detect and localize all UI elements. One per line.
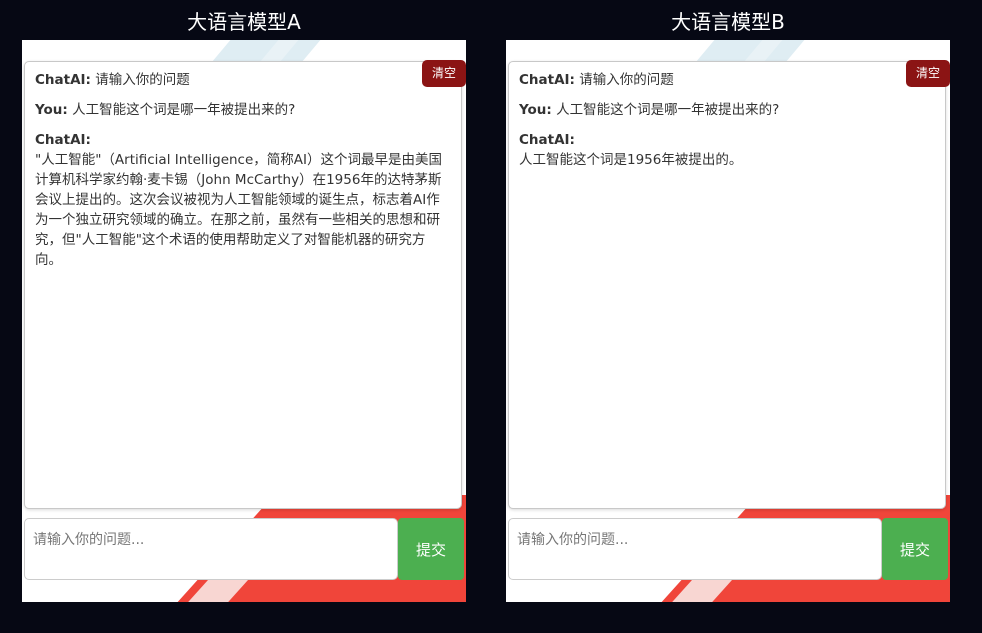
question-input[interactable] — [24, 518, 398, 580]
clear-button[interactable]: 清空 — [421, 60, 466, 87]
panel-b-title: 大语言模型B — [671, 10, 785, 34]
chat-history[interactable]: ChatAI: 请输入你的问题 You: 人工智能这个词是哪一年被提出来的? C… — [508, 61, 946, 509]
message-sender: ChatAI: — [519, 72, 575, 88]
submit-button[interactable]: 提交 — [882, 518, 948, 580]
message-sender: You: — [519, 102, 552, 118]
chat-message: You: 人工智能这个词是哪一年被提出来的? — [35, 100, 451, 120]
message-text: 人工智能这个词是哪一年被提出来的? — [556, 102, 780, 118]
panel-a-title: 大语言模型A — [187, 10, 301, 34]
panel-b: ChatAI: 请输入你的问题 You: 人工智能这个词是哪一年被提出来的? C… — [506, 40, 950, 602]
panel-a: ChatAI: 请输入你的问题 You: 人工智能这个词是哪一年被提出来的? C… — [22, 40, 466, 602]
chat-message: You: 人工智能这个词是哪一年被提出来的? — [519, 100, 935, 120]
message-text: 人工智能这个词是哪一年被提出来的? — [72, 102, 296, 118]
clear-button[interactable]: 清空 — [905, 60, 950, 87]
message-text: 人工智能这个词是1956年被提出的。 — [519, 152, 743, 168]
chat-message: ChatAI: 请输入你的问题 — [35, 70, 451, 90]
question-input[interactable] — [508, 518, 882, 580]
message-text: "人工智能"（Artificial Intelligence，简称AI）这个词最… — [35, 152, 443, 268]
chat-message: ChatAI: 请输入你的问题 — [519, 70, 935, 90]
submit-button[interactable]: 提交 — [398, 518, 464, 580]
message-sender: ChatAI: — [35, 72, 91, 88]
message-sender: ChatAI: — [35, 132, 91, 148]
chat-message: ChatAI: 人工智能这个词是1956年被提出的。 — [519, 130, 935, 170]
chat-history[interactable]: ChatAI: 请输入你的问题 You: 人工智能这个词是哪一年被提出来的? C… — [24, 61, 462, 509]
message-text: 请输入你的问题 — [579, 72, 674, 88]
message-sender: You: — [35, 102, 68, 118]
message-text: 请输入你的问题 — [95, 72, 190, 88]
message-sender: ChatAI: — [519, 132, 575, 148]
chat-message: ChatAI: "人工智能"（Artificial Intelligence，简… — [35, 130, 451, 270]
